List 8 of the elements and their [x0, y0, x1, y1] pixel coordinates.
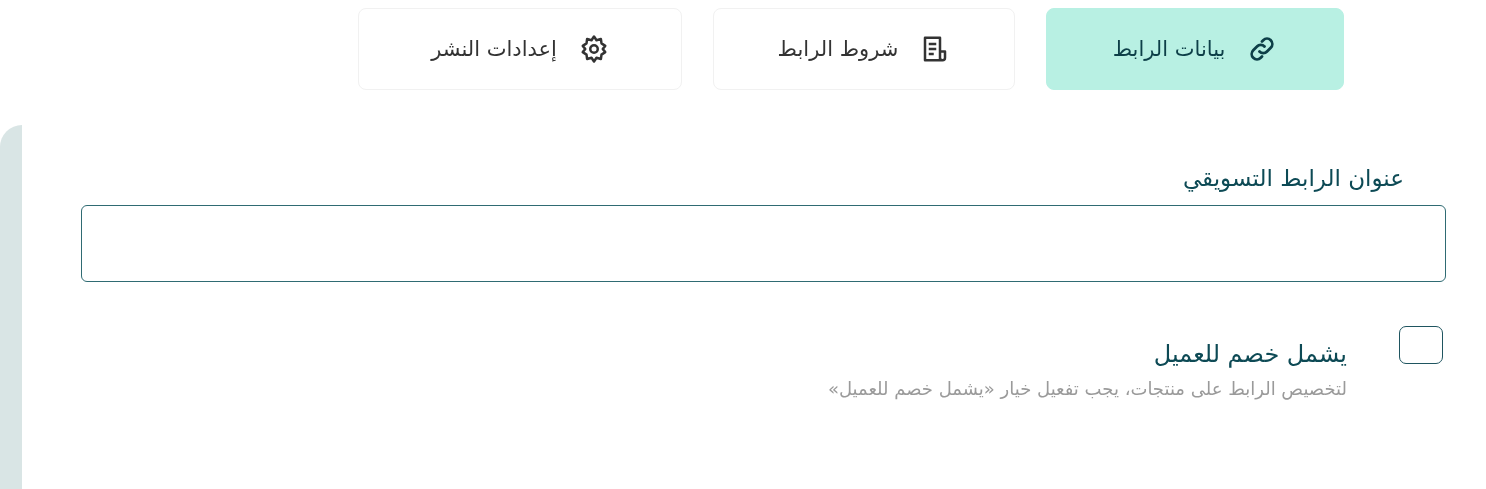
checkbox-label: يشمل خصم للعميل: [1152, 340, 1347, 368]
tab[interactable]: إعدادات النشر: [358, 8, 682, 90]
field-label: عنوان الرابط التسويقي: [1181, 165, 1405, 191]
tab[interactable]: شروط الرابط: [713, 8, 1015, 90]
tab[interactable]: بيانات الرابط: [1046, 8, 1344, 90]
input-field[interactable]: [81, 205, 1446, 282]
checkbox[interactable]: [1399, 326, 1443, 364]
hint-text: لتخصيص الرابط على منتجات، يجب تفعيل خيار «يشمل خصم للعميل»: [827, 378, 1347, 399]
